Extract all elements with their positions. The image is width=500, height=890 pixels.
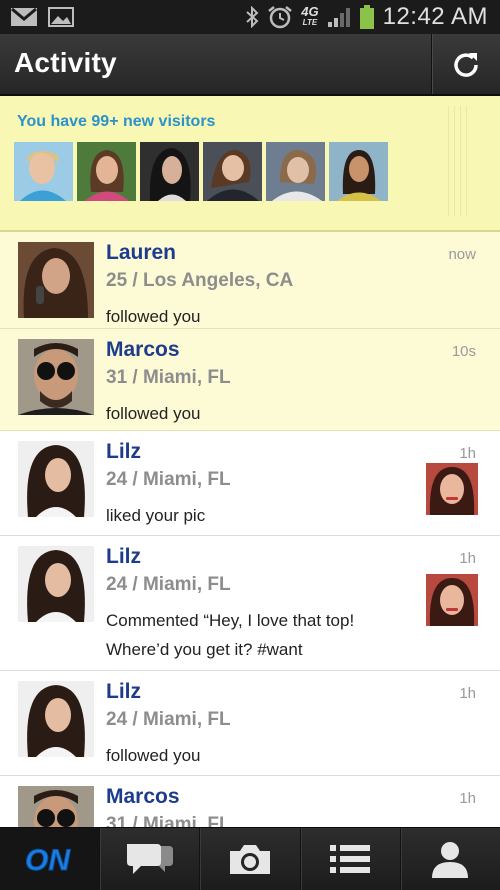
avatar[interactable] (18, 681, 94, 757)
liked-photo[interactable] (426, 463, 478, 515)
comment-line: Where’d you get it? #want (106, 640, 303, 659)
user-name[interactable]: Lilz (106, 680, 141, 704)
visitor-photo[interactable] (14, 142, 73, 201)
user-name[interactable]: Lilz (106, 440, 141, 464)
commented-photo[interactable] (426, 574, 478, 626)
user-name[interactable]: Lauren (106, 241, 176, 265)
timestamp: 1h (459, 445, 476, 462)
camera-tab[interactable] (199, 828, 299, 890)
alarm-icon (268, 6, 293, 29)
user-meta: 25 / Los Angeles, CA (106, 270, 294, 291)
avatar[interactable] (18, 339, 94, 415)
status-time: 12:42 AM (382, 3, 488, 30)
on-tab[interactable]: ON (0, 828, 100, 890)
user-name[interactable]: Marcos (106, 338, 180, 362)
feed-item[interactable]: Lilz 24 / Miami, FL liked your pic 1h (0, 431, 500, 536)
new-visitors-banner[interactable]: You have 99+ new visitors (0, 96, 500, 232)
visitor-photo[interactable] (329, 142, 388, 201)
on-logo-icon: ON (24, 844, 71, 878)
chat-bubbles-icon (126, 844, 173, 874)
bluetooth-icon (246, 6, 259, 28)
svg-text:ON: ON (25, 844, 71, 877)
page-title: Activity (14, 47, 117, 78)
profile-tab[interactable] (399, 828, 500, 890)
visitor-photo[interactable] (203, 142, 262, 201)
refresh-icon (454, 53, 478, 77)
user-meta: 24 / Miami, FL (106, 574, 231, 595)
visitor-photo[interactable] (77, 142, 136, 201)
feed-item[interactable]: Lilz 24 / Miami, FL followed you 1h (0, 671, 500, 776)
user-meta: 24 / Miami, FL (106, 469, 231, 490)
gmail-icon (11, 7, 37, 26)
timestamp: 10s (451, 343, 476, 360)
activity-text: followed you (106, 404, 201, 423)
user-name[interactable]: Marcos (106, 785, 180, 809)
comment-text: Commented “Hey, I love that top! Where’d… (106, 606, 406, 664)
visitors-title: You have 99+ new visitors (17, 113, 216, 130)
timestamp: 1h (459, 550, 476, 567)
feed-item[interactable]: Marcos 31 / Miami, FL followed you 10s (0, 329, 500, 431)
list-tab[interactable] (299, 828, 400, 890)
feed-item[interactable]: Lauren 25 / Los Angeles, CA followed you… (0, 232, 500, 329)
refresh-button[interactable] (431, 34, 500, 94)
network-type: 4G LTE (301, 4, 319, 27)
comment-line: Commented “Hey, I love that top! (106, 611, 355, 630)
activity-text: followed you (106, 746, 201, 765)
timestamp: 1h (459, 790, 476, 807)
avatar[interactable] (18, 242, 94, 318)
visitor-photo[interactable] (266, 142, 325, 201)
messages-tab[interactable] (99, 828, 199, 890)
timestamp: now (448, 246, 476, 263)
gallery-icon (48, 7, 74, 27)
avatar[interactable] (18, 546, 94, 622)
status-bar: 4G LTE 12:42 AM (0, 0, 500, 34)
user-meta: 31 / Miami, FL (106, 367, 231, 388)
banner-decoration (448, 106, 472, 216)
signal-icon (327, 8, 350, 27)
person-icon (432, 842, 469, 878)
camera-icon (230, 845, 270, 874)
action-bar: Activity (0, 34, 500, 96)
visitor-photo[interactable] (140, 142, 199, 201)
feed-item[interactable]: Lilz 24 / Miami, FL Commented “Hey, I lo… (0, 536, 500, 671)
list-icon (330, 845, 371, 873)
avatar[interactable] (18, 441, 94, 517)
visitor-thumbnails (14, 142, 388, 201)
activity-text: liked your pic (106, 506, 206, 525)
user-meta: 24 / Miami, FL (106, 709, 231, 730)
battery-icon (359, 5, 374, 29)
activity-feed: Lauren 25 / Los Angeles, CA followed you… (0, 232, 500, 876)
activity-text: followed you (106, 307, 201, 326)
timestamp: 1h (459, 685, 476, 702)
bottom-tab-bar: ON (0, 827, 500, 890)
user-name[interactable]: Lilz (106, 545, 141, 569)
